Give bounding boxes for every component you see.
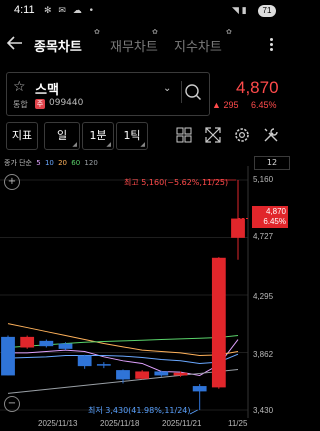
candle-down: [154, 371, 169, 376]
candle-down: [116, 370, 130, 380]
stock-code: 099440: [49, 98, 84, 108]
change-arrow-icon: ▲: [212, 100, 221, 110]
notification-icons: ✻ ✉ ☁ •: [44, 6, 96, 16]
dropdown-corner-icon: ◢: [106, 141, 111, 148]
y-tick: 4,727: [253, 232, 274, 241]
x-tick: 2025/11/18: [100, 419, 140, 428]
current-price-tag: 4,870 6.45%: [252, 206, 288, 228]
grid-layout-icon[interactable]: [174, 125, 194, 145]
top-nav: 종목차트 ✿ 재무차트 ✿ 지수차트 ✿: [0, 26, 290, 64]
wifi-icon: ◥ ▮: [232, 6, 247, 16]
x-tick: 2025/11/21: [162, 419, 202, 428]
chevron-down-icon[interactable]: ⌄: [163, 83, 171, 94]
candle-down: [1, 336, 15, 376]
high-label: 최고 5,160(−5.62%,11/25): [124, 178, 229, 187]
x-tick: 11/25: [228, 419, 248, 428]
zoom-in-icon[interactable]: +: [4, 174, 20, 190]
period-tick-button[interactable]: 1틱 ◢: [116, 122, 148, 150]
low-label: 최저 3,430(41.98%,11/24): [88, 406, 191, 415]
chart-toolbar: 지표 일 ◢ 1분 ◢ 1틱 ◢: [0, 122, 290, 152]
candle-up: [135, 371, 150, 379]
more-menu-icon[interactable]: [270, 36, 276, 53]
expand-icon[interactable]: [203, 125, 223, 145]
tab-marker-icon: ✿: [226, 28, 232, 36]
period-minute-button[interactable]: 1분 ◢: [82, 122, 114, 150]
status-bar: 4:11 ✻ ✉ ☁ • ◥ ▮ 71: [0, 0, 290, 24]
stock-name: 스맥: [35, 83, 59, 98]
price-change: ▲ 295 6.45%: [212, 100, 277, 110]
tools-icon[interactable]: [261, 125, 281, 145]
y-tick: 3,430: [253, 406, 274, 415]
tab-financial-chart[interactable]: 재무차트: [110, 36, 158, 55]
indicator-button[interactable]: 지표: [6, 122, 38, 150]
battery-icon: 71: [258, 5, 276, 17]
gear-icon[interactable]: [232, 125, 252, 145]
tab-marker-icon: ✿: [152, 28, 158, 36]
change-percent: 6.45%: [250, 100, 277, 110]
candle-down: [192, 386, 207, 392]
dropdown-corner-icon: ◢: [72, 141, 77, 148]
candle-up: [231, 218, 245, 238]
stock-type-badge: 주: [35, 99, 45, 109]
candle-up: [20, 336, 35, 348]
change-value: 295: [223, 100, 239, 110]
ma-line-20: [7, 323, 239, 356]
tab-marker-icon: ✿: [94, 28, 100, 36]
tab-index-chart[interactable]: 지수차트: [174, 36, 222, 55]
star-icon[interactable]: ☆: [13, 79, 26, 95]
back-arrow-icon[interactable]: [6, 34, 24, 52]
y-tick: 4,295: [253, 292, 274, 301]
price-tag-value: 4,870: [265, 207, 286, 216]
candle-down: [58, 343, 73, 349]
period-day-button[interactable]: 일 ◢: [44, 122, 80, 150]
market-label: 통합: [13, 100, 28, 109]
low-pointer: [189, 409, 198, 415]
x-tick: 2025/11/13: [38, 419, 78, 428]
tab-stock-chart[interactable]: 종목차트: [34, 36, 82, 55]
candlestick-chart: [0, 166, 249, 418]
stock-selector[interactable]: ☆ 스맥 통합 주 099440 ⌄: [6, 72, 210, 116]
status-time: 4:11: [14, 4, 35, 16]
candle-up: [173, 372, 188, 376]
candle-down: [39, 340, 54, 347]
search-icon[interactable]: [181, 79, 203, 105]
y-tick: 5,160: [253, 175, 274, 184]
zoom-out-icon[interactable]: −: [4, 396, 20, 412]
y-tick: 3,862: [253, 350, 274, 359]
candle-up: [211, 257, 226, 388]
price-tag-percent: 6.45%: [263, 217, 286, 226]
current-price: 4,870: [236, 78, 279, 97]
candle-down: [96, 364, 111, 366]
dropdown-corner-icon: ◢: [140, 141, 145, 148]
candle-down: [77, 355, 92, 367]
